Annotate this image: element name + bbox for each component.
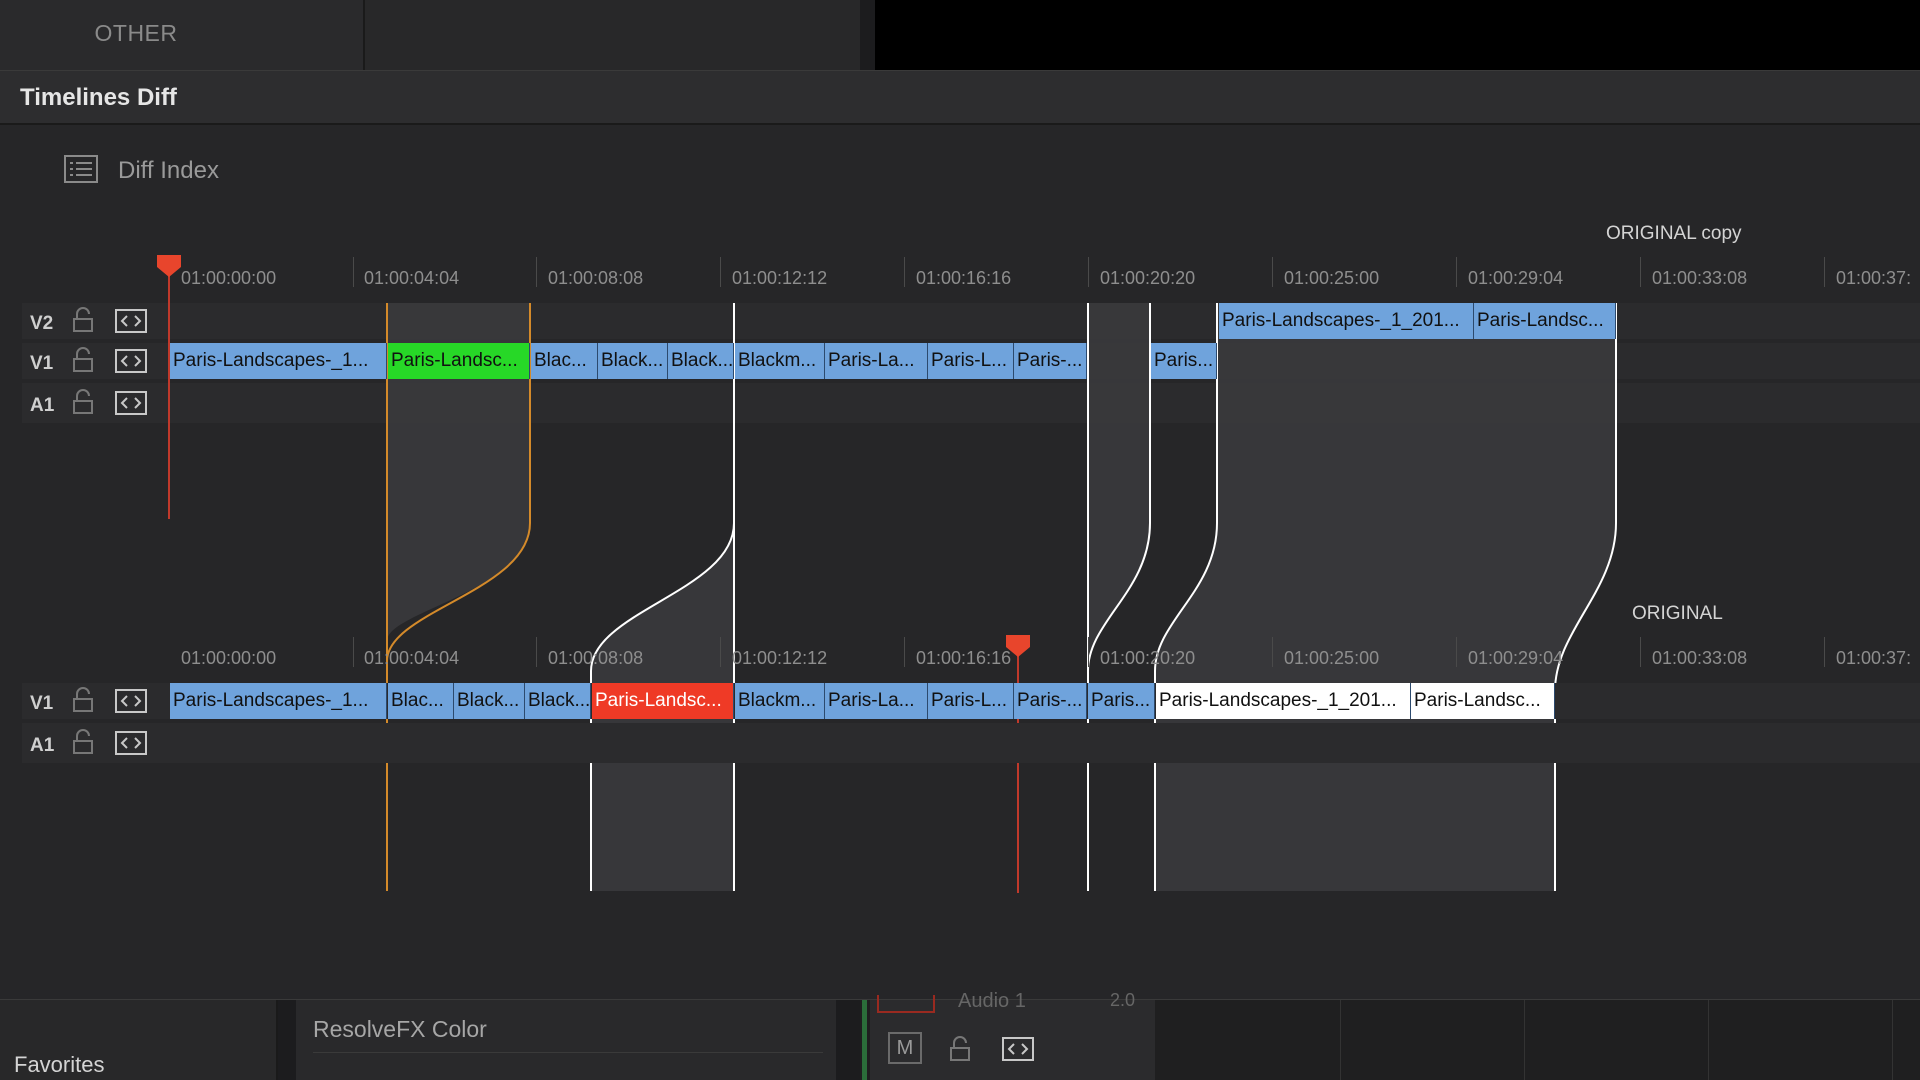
grid-line <box>1892 1000 1893 1080</box>
clip[interactable]: Paris-La... <box>825 683 928 719</box>
clip[interactable]: Paris-L... <box>928 683 1014 719</box>
ruler-tick <box>904 637 905 667</box>
clip[interactable]: Paris-Landscapes-_1_201... <box>1219 303 1474 339</box>
lock-icon[interactable] <box>71 729 95 755</box>
ruler-timecode: 01:00:29:04 <box>1468 648 1564 668</box>
mute-button[interactable]: M <box>888 1032 922 1064</box>
timelines-diff-dialog: Timelines Diff Diff Index ORIGINAL copy … <box>0 70 1920 1000</box>
clip[interactable]: Paris-... <box>1014 683 1087 719</box>
ruler-timecode: 01:00:33:08 <box>1652 648 1748 668</box>
ruler-tick <box>1088 637 1089 667</box>
bottom-timeline-name: ORIGINAL <box>1632 603 1723 624</box>
ruler-tick <box>1640 637 1641 667</box>
lock-icon[interactable] <box>948 1036 972 1062</box>
ruler-timecode: 01:00:12:12 <box>732 648 828 668</box>
grid-line <box>1708 1000 1709 1080</box>
diff-connectors <box>157 255 1617 893</box>
tab-other[interactable]: OTHER <box>0 0 272 70</box>
grid-line <box>1340 1000 1341 1080</box>
track-visibility-icon[interactable] <box>1002 1037 1034 1061</box>
resolvefx-color-label[interactable]: ResolveFX Color <box>313 1016 487 1043</box>
clip[interactable]: Blackm... <box>735 343 825 379</box>
clip[interactable]: Paris-Landscapes-_1... <box>170 343 387 379</box>
clip[interactable]: Black... <box>525 683 591 719</box>
clip[interactable]: Paris-Landscapes-_1... <box>170 683 387 719</box>
favorites-label[interactable]: Favorites <box>14 1052 104 1078</box>
clip[interactable]: Black... <box>598 343 668 379</box>
track-visibility-icon[interactable] <box>115 689 147 713</box>
clip[interactable]: Paris... <box>1088 683 1155 719</box>
ruler-tick <box>1824 637 1825 667</box>
ruler-tick <box>536 637 537 667</box>
viewer-area <box>875 0 1920 70</box>
ruler-timecode: 01:00:16:16 <box>916 648 1012 668</box>
ruler-timecode: 01:00:20:20 <box>1100 648 1196 668</box>
clip[interactable]: Blackm... <box>735 683 825 719</box>
audio-track-badge <box>877 995 935 1013</box>
clip[interactable]: Black... <box>454 683 525 719</box>
ruler-timecode: 01:00:08:08 <box>548 648 644 668</box>
clip-removed[interactable]: Paris-Landsc... <box>592 683 734 719</box>
ruler-tick <box>720 637 721 667</box>
track-visibility-icon[interactable] <box>115 731 147 755</box>
top-middle-panel <box>365 0 860 70</box>
clip-added[interactable]: Paris-Landsc... <box>1411 683 1555 719</box>
ruler-tick <box>353 637 354 667</box>
track-row-a1 <box>22 723 1920 763</box>
clip[interactable]: Paris... <box>1151 343 1217 379</box>
clip[interactable]: Paris-La... <box>825 343 928 379</box>
clip-added[interactable]: Paris-Landscapes-_1_201... <box>1156 683 1411 719</box>
track-label-a1: A1 <box>30 735 55 756</box>
ruler-tick <box>1456 637 1457 667</box>
ruler-timecode: 01:00:25:00 <box>1284 648 1380 668</box>
clip-changed[interactable]: Paris-Landsc... <box>388 343 530 379</box>
clip[interactable]: Paris-L... <box>928 343 1014 379</box>
ruler-timecode: 01:00:04:04 <box>364 648 460 668</box>
clip[interactable]: Blac... <box>388 683 454 719</box>
clip[interactable]: Paris-... <box>1014 343 1087 379</box>
grid-line <box>1524 1000 1525 1080</box>
audio-track-name: Audio 1 <box>958 990 1026 1012</box>
lock-icon[interactable] <box>71 687 95 713</box>
track-color-bar <box>862 1000 867 1080</box>
clip[interactable]: Blac... <box>531 343 598 379</box>
clip[interactable]: Black... <box>668 343 734 379</box>
clip[interactable]: Paris-Landsc... <box>1474 303 1616 339</box>
ruler-tick <box>1272 637 1273 667</box>
audio-channel-format: 2.0 <box>1110 990 1136 1010</box>
ruler-timecode: 01:00:37: <box>1836 648 1912 668</box>
ruler-timecode: 01:00:00:00 <box>181 648 277 668</box>
track-label-v1: V1 <box>30 693 54 714</box>
divider <box>313 1052 823 1053</box>
